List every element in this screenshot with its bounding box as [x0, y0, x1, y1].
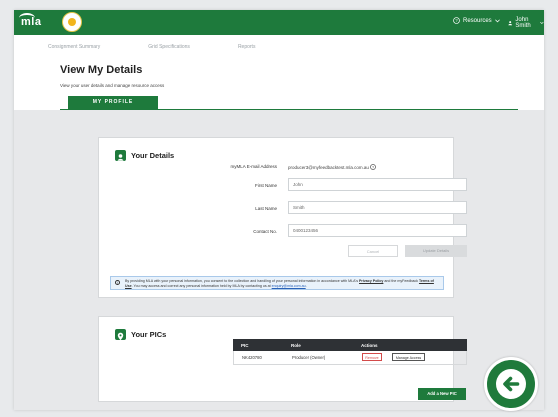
resources-menu[interactable]: ? Resources: [453, 17, 500, 24]
row-role: Producer (Owner): [292, 355, 326, 360]
app-window: mla ? Resources John Smith Consignment S…: [14, 10, 544, 410]
details-card: [98, 137, 454, 298]
user-name: John Smith: [515, 17, 531, 29]
back-button[interactable]: [484, 357, 538, 411]
notice-text-2: and the: [384, 279, 397, 283]
svg-text:?: ?: [372, 165, 374, 169]
privacy-notice: i By providing MLA with your personal in…: [110, 276, 444, 290]
tab-grid-specifications[interactable]: Grid Specifications: [148, 35, 190, 51]
sun-icon: [68, 18, 76, 26]
person-icon: [115, 150, 126, 161]
email-label: myMLA E-mail Address: [230, 164, 277, 169]
remove-button[interactable]: Remove: [362, 353, 382, 361]
top-bar: mla ? Resources John Smith: [14, 10, 544, 35]
tab-consignment-summary[interactable]: Consignment Summary: [48, 35, 100, 51]
tab-reports[interactable]: Reports: [238, 35, 256, 51]
user-menu[interactable]: John Smith: [508, 17, 544, 29]
contact-input[interactable]: 0400123456: [288, 224, 467, 237]
last-name-input[interactable]: Smith: [288, 201, 467, 214]
tab-my-profile[interactable]: MY PROFILE: [68, 96, 158, 109]
header-actions: Actions: [361, 343, 378, 348]
first-name-label: First Name: [254, 183, 277, 188]
privacy-policy-link[interactable]: Privacy Policy: [359, 279, 383, 283]
chevron-down-icon: [540, 21, 544, 24]
notice-text-1: By providing MLA with your personal info…: [125, 279, 359, 283]
update-details-button[interactable]: Update Details: [405, 245, 467, 257]
table-row: NK420780 Producer (Owner) Remove Manage …: [233, 351, 467, 365]
nav-tabs: Consignment Summary Grid Specifications …: [14, 35, 544, 51]
email-text: producer3@myfeedbacktest.mla.com.au: [288, 165, 369, 170]
table-header: PIC Role Actions: [233, 339, 467, 351]
header-pic: PIC: [241, 343, 249, 348]
resources-label: Resources: [463, 17, 492, 24]
person-icon: [508, 21, 513, 26]
chevron-down-icon: [494, 18, 500, 22]
pics-section-title: Your PICs: [131, 330, 167, 339]
notice-text-5: .: [305, 283, 307, 288]
add-new-pic-button[interactable]: Add a New PIC: [418, 388, 466, 400]
pics-table: PIC Role Actions NK420780 Producer (Owne…: [233, 339, 467, 365]
row-pic: NK420780: [242, 355, 262, 360]
page-subtitle: View your user details and manage resour…: [60, 83, 165, 88]
manage-access-button[interactable]: Manage Access: [392, 353, 425, 361]
details-section-title: Your Details: [131, 151, 175, 160]
notice-text-3: myFeedback: [397, 279, 418, 283]
cancel-button[interactable]: Cancel: [348, 245, 398, 257]
help-circle-icon: ?: [453, 17, 460, 24]
last-name-label: Last Name: [255, 206, 277, 211]
seal-badge-icon: [62, 12, 82, 32]
info-icon: i: [115, 280, 120, 285]
email-value: producer3@myfeedbacktest.mla.com.au ?: [288, 164, 376, 170]
enquiry-email-link[interactable]: enquiry@mla.com.au: [272, 284, 306, 288]
logo-swoosh-icon: [19, 13, 35, 23]
mla-logo[interactable]: mla: [19, 13, 41, 28]
location-pin-icon: [115, 329, 126, 341]
header-role: Role: [291, 343, 301, 348]
first-name-input[interactable]: John: [288, 178, 467, 191]
notice-text-4: . You may access and correct any persona…: [131, 283, 271, 288]
help-circle-icon[interactable]: ?: [370, 164, 376, 170]
page-title: View My Details: [60, 64, 143, 76]
svg-text:?: ?: [455, 18, 458, 23]
contact-label: Contact No.: [253, 229, 277, 234]
arrow-left-icon: [496, 369, 526, 399]
